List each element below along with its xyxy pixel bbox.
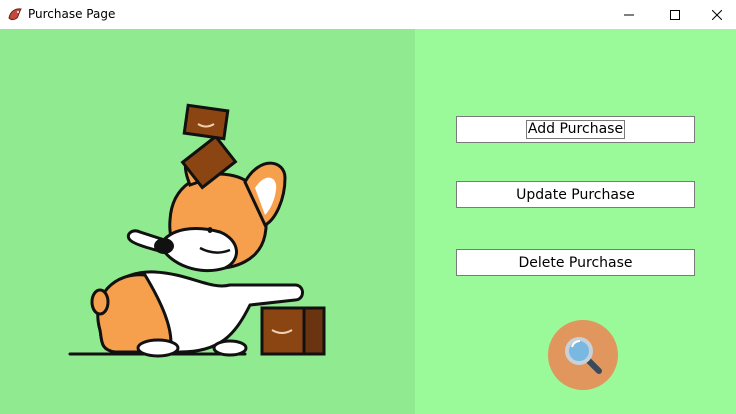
delete-purchase-button[interactable]: Delete Purchase bbox=[456, 249, 695, 276]
box-right bbox=[260, 306, 326, 356]
update-purchase-label: Update Purchase bbox=[516, 186, 635, 203]
minimize-icon bbox=[624, 14, 634, 15]
title-bar: Purchase Page bbox=[0, 0, 736, 29]
delete-purchase-label: Delete Purchase bbox=[518, 254, 633, 271]
minimize-button[interactable] bbox=[606, 0, 652, 29]
magnifier-icon bbox=[565, 337, 602, 374]
maximize-icon bbox=[670, 9, 680, 20]
search-button[interactable] bbox=[548, 320, 618, 390]
add-purchase-button[interactable]: Add Purchase bbox=[456, 116, 695, 143]
maximize-button[interactable] bbox=[652, 0, 698, 29]
update-purchase-button[interactable]: Update Purchase bbox=[456, 181, 695, 208]
close-icon bbox=[712, 9, 722, 20]
app-icon bbox=[8, 8, 22, 20]
add-purchase-label: Add Purchase bbox=[525, 120, 626, 139]
corgi-illustration bbox=[68, 103, 326, 358]
window-title: Purchase Page bbox=[28, 7, 116, 21]
close-button[interactable] bbox=[698, 0, 736, 29]
